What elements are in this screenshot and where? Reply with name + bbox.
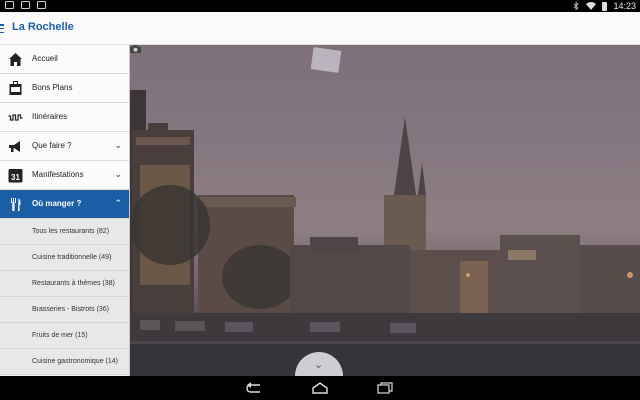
submenu-item-label: Restaurants à thèmes (38) — [32, 280, 115, 287]
submenu-item-label: Brasseries - Bistrots (36) — [32, 306, 110, 313]
submenu-item-label: Tous les restaurants (82) — [32, 228, 110, 235]
fork-knife-icon — [11, 198, 21, 211]
submenu-item[interactable]: Cuisine traditionnelle (49) — [0, 245, 129, 271]
submenu-item[interactable]: Restaurants à thèmes (38) — [0, 271, 129, 297]
submenu-item[interactable]: Fruits de mer (15) — [0, 323, 129, 349]
sidebar-item-bons-plans[interactable]: Bons Plans — [0, 74, 129, 103]
calendar-icon: 31 — [8, 169, 23, 183]
sidebar-item-label: Bons Plans — [32, 83, 73, 92]
bluetooth-icon — [574, 2, 580, 10]
status-bar: 14:23 — [0, 0, 640, 12]
chevron-down-icon: ⌄ — [114, 140, 122, 150]
back-icon[interactable] — [246, 382, 262, 394]
wifi-icon — [586, 2, 597, 10]
sidebar-item-label: Que faire ? — [32, 141, 72, 150]
chevron-down-icon: ⌄ — [114, 169, 122, 179]
sidebar-item-manifestations[interactable]: 31 Manifestations ⌄ — [0, 161, 129, 190]
sidebar-item-itineraires[interactable]: Itinéraires — [0, 103, 129, 132]
store-notification-icon — [37, 1, 46, 9]
battery-icon — [602, 1, 608, 11]
system-navigation-bar — [0, 376, 640, 400]
route-icon — [8, 114, 23, 121]
sidebar-item-label: Accueil — [32, 54, 58, 63]
sidebar-item-label: Manifestations — [32, 170, 84, 179]
submenu-item[interactable]: Tous les restaurants (82) — [0, 219, 129, 245]
svg-text:31: 31 — [11, 173, 20, 182]
clock: 14:23 — [613, 1, 636, 11]
bons-plans-icon — [9, 81, 22, 95]
recent-apps-icon[interactable] — [377, 382, 393, 394]
submenu-item[interactable]: Cuisine gastronomique (14) — [0, 349, 129, 375]
app-title[interactable]: La Rochelle — [12, 21, 74, 33]
home-button-icon[interactable] — [312, 382, 328, 394]
camera-icon[interactable] — [130, 45, 141, 53]
drawer-menu-icon[interactable] — [0, 24, 4, 33]
sidebar-item-que-faire[interactable]: Que faire ? ⌄ — [0, 132, 129, 161]
megaphone-icon — [9, 141, 20, 152]
submenu-item[interactable]: Brasseries - Bistrots (36) — [0, 297, 129, 323]
sidebar-item-label: Où manger ? — [32, 199, 82, 208]
mail-notification-icon — [5, 1, 14, 9]
sidebar-item-label: Itinéraires — [32, 112, 68, 121]
chevron-up-icon: ⌃ — [114, 198, 122, 208]
navigation-drawer: Accueil Bons Plans Itinéraires Que faire… — [0, 45, 130, 376]
sidebar-item-accueil[interactable]: Accueil — [0, 45, 129, 74]
home-icon — [9, 53, 22, 66]
chevron-down-icon: ⌄ — [314, 359, 324, 371]
postcard-thumbnail[interactable] — [310, 47, 342, 73]
submenu-item-label: Cuisine traditionnelle (49) — [32, 254, 112, 261]
image-notification-icon — [21, 1, 30, 9]
submenu-item-label: Fruits de mer (15) — [32, 332, 88, 339]
app-bar: La Rochelle — [0, 12, 640, 45]
submenu-item-label: Cuisine gastronomique (14) — [32, 358, 118, 365]
city-photo: ⌄ — [130, 45, 640, 376]
skyline-illustration — [130, 90, 640, 376]
sidebar-item-ou-manger[interactable]: Où manger ? ⌃ — [0, 190, 129, 219]
